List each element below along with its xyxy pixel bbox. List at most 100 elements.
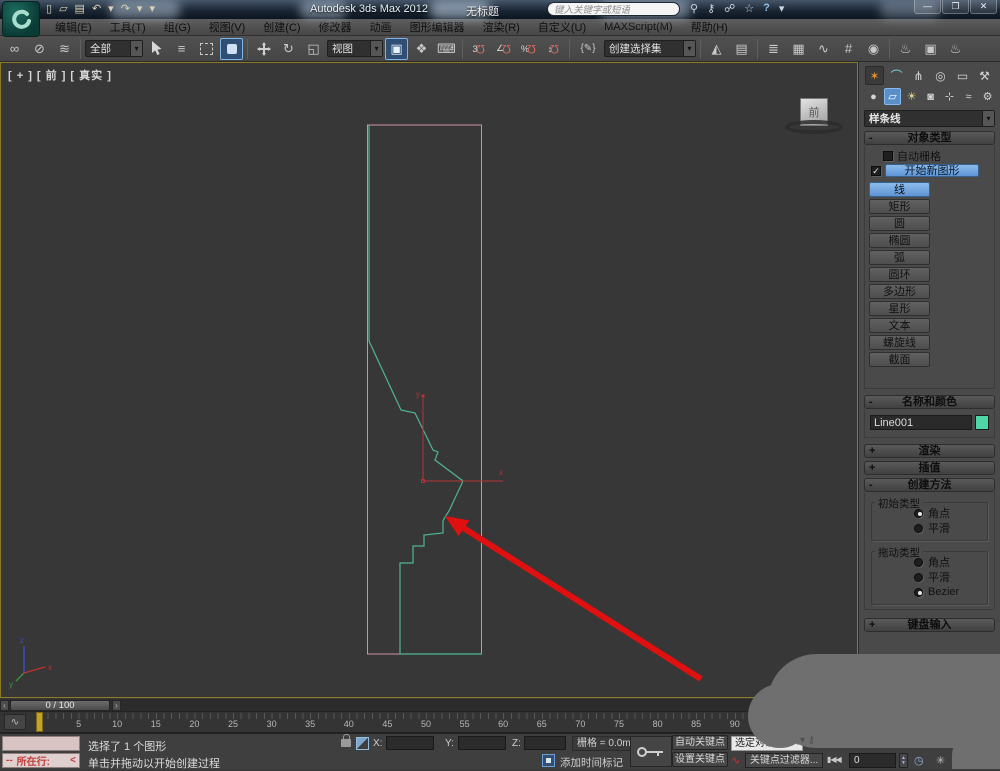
track-bar[interactable]: ∿ 051015202530354045505560657075808590: [0, 712, 858, 733]
pan-hand-icon[interactable]: ✳: [936, 754, 945, 767]
button-circle[interactable]: 圆: [869, 216, 930, 231]
new-scene-icon[interactable]: ▯: [46, 2, 52, 16]
qat-options-icon[interactable]: ▾: [149, 2, 155, 16]
curve-editor-icon[interactable]: ∿: [812, 38, 835, 60]
frame-spinner[interactable]: ▲ ▼: [899, 753, 908, 768]
time-slider-handle[interactable]: 0 / 100: [10, 700, 110, 711]
start-new-shape-checkbox[interactable]: ✓: [871, 165, 881, 176]
render-setup-icon[interactable]: ♨: [894, 38, 917, 60]
snap-toggle-3d-icon[interactable]: 3Ω: [467, 38, 490, 60]
category-shapes-icon[interactable]: ▱: [883, 88, 902, 105]
absolute-offset-mode-icon[interactable]: [356, 737, 369, 750]
current-frame-field[interactable]: 0: [849, 753, 896, 768]
set-keys-button[interactable]: [630, 736, 672, 767]
use-pivot-center-icon[interactable]: ▣: [385, 37, 408, 60]
key-filters-button[interactable]: 关键点过滤器...: [745, 753, 823, 768]
named-selection-sets-dropdown[interactable]: 创建选择集 ▾: [604, 40, 696, 57]
layer-manager-icon[interactable]: ≣: [762, 38, 785, 60]
time-slider[interactable]: ‹ 0 / 100 ›: [0, 699, 858, 712]
save-file-icon[interactable]: ▤: [75, 2, 85, 16]
tab-motion-icon[interactable]: ◎: [931, 66, 950, 85]
edit-named-selection-sets-icon[interactable]: {✎}: [574, 38, 602, 60]
menu-rendering[interactable]: 渲染(R): [474, 19, 529, 35]
redo-icon[interactable]: ↷: [121, 2, 130, 16]
rollout-collapse-icon[interactable]: -: [869, 479, 873, 492]
menu-group[interactable]: 组(G): [155, 19, 200, 35]
close-button[interactable]: ✕: [970, 0, 997, 14]
open-file-icon[interactable]: ▱: [59, 2, 67, 16]
tab-modify-icon[interactable]: ⌒: [887, 66, 906, 85]
button-arc[interactable]: 弧: [869, 250, 930, 265]
object-name-field[interactable]: Line001: [870, 415, 972, 430]
rollout-expand-icon[interactable]: +: [869, 462, 875, 475]
communication-center-icon[interactable]: ☍: [724, 2, 735, 15]
x-coordinate-field[interactable]: [386, 736, 434, 750]
maxscript-listener-line[interactable]: -- 所在行: <: [2, 753, 80, 768]
rollout-expand-icon[interactable]: +: [869, 619, 875, 632]
menu-help[interactable]: 帮助(H): [682, 19, 737, 35]
angle-snap-icon[interactable]: ∠ Ω: [492, 38, 515, 60]
tab-hierarchy-icon[interactable]: ⋔: [909, 66, 928, 85]
front-viewport[interactable]: [ + ] [ 前 ] [ 真实 ] 前 y x z x y: [0, 62, 858, 698]
button-line[interactable]: 线: [869, 182, 930, 197]
material-editor-icon[interactable]: ◉: [862, 38, 885, 60]
rendered-frame-window-icon[interactable]: ▣: [919, 38, 942, 60]
bind-to-spacewarp-icon[interactable]: ≋: [53, 38, 76, 60]
initial-smooth-radio[interactable]: [914, 523, 923, 533]
favorites-star-icon[interactable]: ☆: [744, 2, 754, 15]
menu-tools[interactable]: 工具(T): [101, 19, 155, 35]
window-crossing-toggle-icon[interactable]: [220, 37, 243, 60]
rollout-collapse-icon[interactable]: -: [869, 132, 873, 145]
search-icon[interactable]: ⚲: [690, 2, 698, 15]
schematic-view-icon[interactable]: #: [837, 38, 860, 60]
rollout-keyboard-entry[interactable]: + 键盘输入: [864, 618, 995, 632]
maximize-button[interactable]: ❐: [942, 0, 969, 14]
button-donut[interactable]: 圆环: [869, 267, 930, 282]
spinner-down-icon[interactable]: ▼: [901, 760, 906, 766]
tab-utilities-icon[interactable]: ⚒: [975, 66, 994, 85]
render-production-icon[interactable]: ♨: [944, 38, 967, 60]
shape-category-dropdown[interactable]: 样条线 ▾: [864, 110, 995, 127]
time-slider-prev-button[interactable]: ‹: [0, 700, 9, 711]
help-icon[interactable]: ?: [763, 2, 770, 15]
redo-dropdown-icon[interactable]: ▾: [137, 2, 143, 16]
auto-key-button[interactable]: 自动关键点: [672, 735, 728, 750]
menu-maxscript[interactable]: MAXScript(M): [595, 21, 681, 33]
select-object-icon[interactable]: [145, 38, 168, 60]
add-time-tag-label[interactable]: 添加时间标记: [560, 755, 623, 770]
category-geometry-icon[interactable]: ●: [865, 88, 882, 105]
category-helpers-icon[interactable]: ⊹: [941, 88, 958, 105]
initial-corner-radio[interactable]: [914, 508, 923, 518]
button-star[interactable]: 星形: [869, 301, 930, 316]
category-cameras-icon[interactable]: ◙: [922, 88, 939, 105]
rollout-name-color[interactable]: - 名称和颜色: [864, 395, 995, 409]
category-systems-icon[interactable]: ⚙: [979, 88, 996, 105]
time-tag-icon[interactable]: [542, 754, 555, 767]
rollout-rendering[interactable]: + 渲染: [864, 444, 995, 458]
drag-corner-radio[interactable]: [914, 557, 923, 567]
rollout-object-type[interactable]: - 对象类型: [864, 131, 995, 145]
menu-views[interactable]: 视图(V): [200, 19, 255, 35]
rectangle-shape[interactable]: [367, 124, 482, 655]
button-rectangle[interactable]: 矩形: [869, 199, 930, 214]
button-text[interactable]: 文本: [869, 318, 930, 333]
mirror-icon[interactable]: ◭: [705, 38, 728, 60]
maxscript-mini-listener[interactable]: [2, 736, 80, 751]
button-section[interactable]: 截面: [869, 352, 930, 367]
drag-bezier-radio[interactable]: [914, 587, 923, 597]
select-and-rotate-icon[interactable]: ↻: [277, 38, 300, 60]
selection-filter-dropdown[interactable]: 全部 ▾: [85, 40, 143, 57]
help-dropdown-icon[interactable]: ▾: [779, 2, 785, 15]
subscription-key-icon[interactable]: ⚷: [707, 2, 715, 15]
time-configuration-icon[interactable]: ◷: [914, 754, 924, 767]
button-ellipse[interactable]: 椭圆: [869, 233, 930, 248]
select-and-manipulate-icon[interactable]: ❖: [410, 38, 433, 60]
select-and-scale-icon[interactable]: ◱: [302, 38, 325, 60]
select-by-name-icon[interactable]: ≡: [170, 38, 193, 60]
reference-coordinate-dropdown[interactable]: 视图 ▾: [327, 40, 383, 57]
category-spacewarps-icon[interactable]: ≈: [960, 88, 977, 105]
application-menu-button[interactable]: [2, 1, 40, 37]
rollout-collapse-icon[interactable]: -: [869, 396, 873, 409]
object-color-swatch[interactable]: [974, 415, 989, 430]
menu-modifiers[interactable]: 修改器: [310, 19, 361, 35]
